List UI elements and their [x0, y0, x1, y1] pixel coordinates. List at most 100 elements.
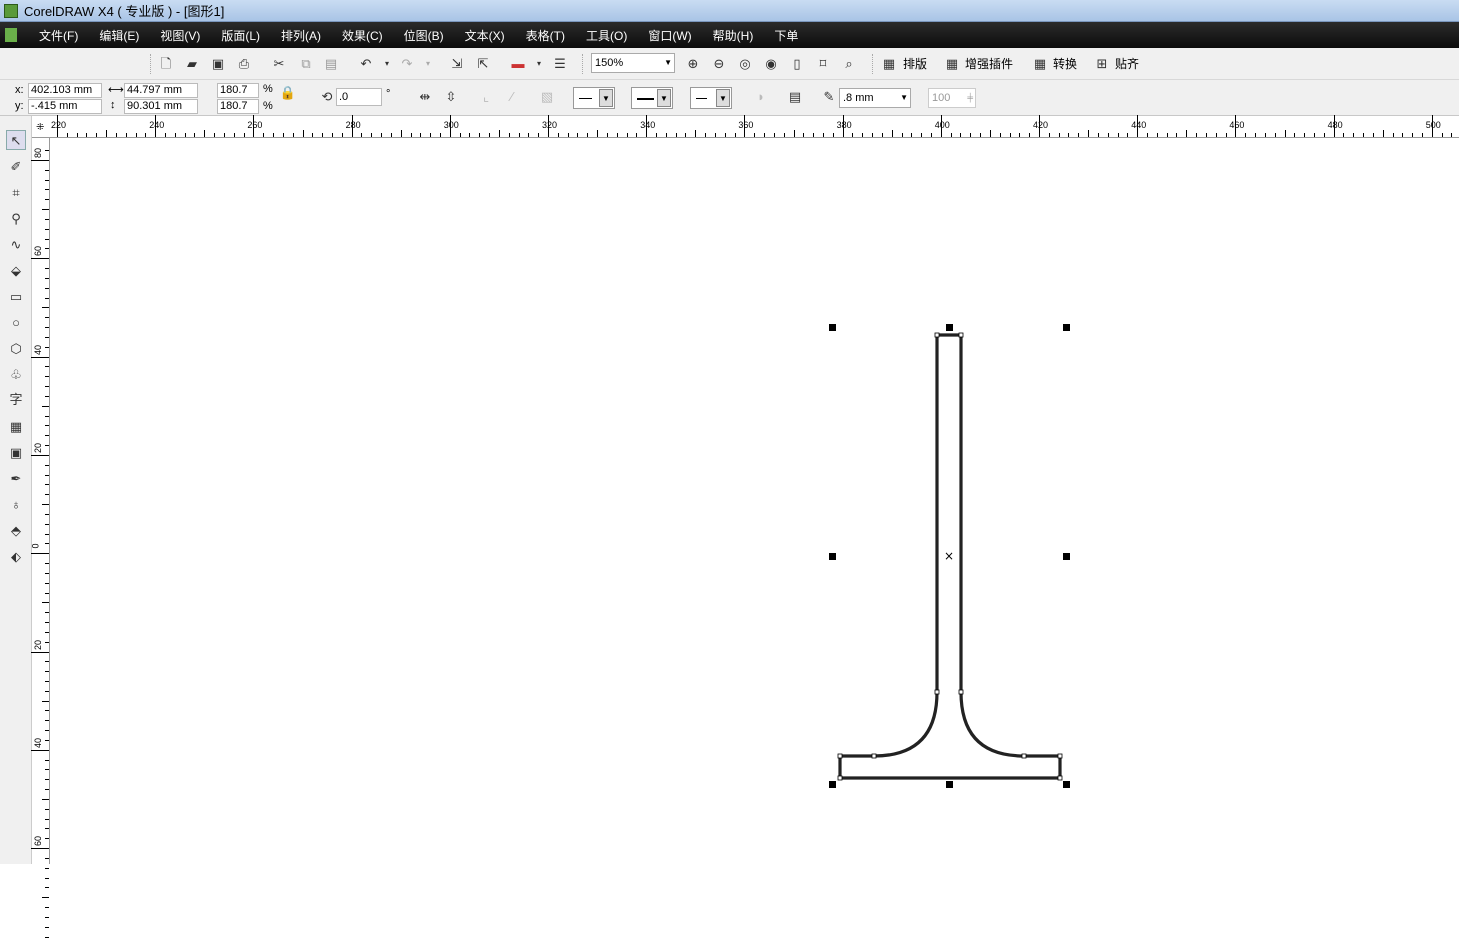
height-input[interactable]: 90.301 mm	[124, 99, 198, 114]
line-style-select[interactable]: ▼	[631, 87, 673, 109]
interactive-fill-tool-icon[interactable]: ⬖	[6, 547, 26, 567]
crop-tool-icon[interactable]: ⌗	[6, 183, 26, 203]
rotation-input[interactable]: .0	[336, 88, 382, 106]
menu-table[interactable]: 表格(T)	[526, 27, 565, 44]
launcher-dropdown-icon[interactable]: ▾	[530, 55, 548, 73]
rectangle-tool-icon[interactable]: ▭	[6, 287, 26, 307]
app-icon	[4, 3, 18, 18]
zoom-width-icon[interactable]: ⌑	[814, 55, 832, 73]
export-icon[interactable]: ⇱	[474, 55, 492, 73]
open-icon[interactable]: ▰	[183, 55, 201, 73]
enhance-plugin-button[interactable]: 增强插件	[965, 55, 1013, 72]
paste-icon[interactable]: ▤	[322, 55, 340, 73]
ruler-tick	[390, 133, 392, 137]
ruler-tick	[479, 133, 481, 137]
to-curve-icon[interactable]: ⌞	[477, 88, 495, 106]
smart-fill-tool-icon[interactable]: ⬙	[6, 261, 26, 281]
menu-effects[interactable]: 效果(C)	[342, 27, 383, 44]
outline-pen-icon: ✎	[823, 89, 835, 104]
zoom-selected-icon[interactable]: ◎	[736, 55, 754, 73]
degree-label: °	[386, 88, 391, 100]
layout-plugin-button[interactable]: 排版	[903, 55, 927, 72]
center-marker-icon[interactable]: ×	[944, 549, 954, 563]
line-icon[interactable]: ⁄	[503, 88, 521, 106]
ruler-tick	[45, 317, 49, 319]
mirror-horizontal-icon[interactable]: ⇹	[416, 88, 434, 106]
outline-width-select[interactable]: .8 mm ▼	[839, 88, 911, 108]
scale-y-input[interactable]: 180.7	[217, 99, 259, 114]
opacity-input[interactable]: 100 ╪	[928, 88, 976, 108]
save-icon[interactable]: ▣	[209, 55, 227, 73]
redo-dropdown-icon[interactable]: ▾	[419, 55, 437, 73]
ruler-tick	[371, 133, 373, 137]
lock-ratio-icon[interactable]: 🔒	[279, 84, 297, 102]
ruler-tick	[1353, 133, 1355, 137]
vertical-ruler[interactable]: 80 60 40 20 0 20 40 60	[31, 138, 50, 938]
menu-bitmaps[interactable]: 位图(B)	[404, 27, 444, 44]
zoom-all-icon[interactable]: ◉	[762, 55, 780, 73]
polygon-tool-icon[interactable]: ⬡	[6, 339, 26, 359]
menu-window[interactable]: 窗口(W)	[648, 27, 691, 44]
zoom-page-icon[interactable]: ▯	[788, 55, 806, 73]
menu-layout[interactable]: 版面(L)	[221, 27, 260, 44]
arrange-order-icon[interactable]: ▤	[786, 88, 804, 106]
undo-dropdown-icon[interactable]: ▾	[378, 55, 396, 73]
freehand-tool-icon[interactable]: ∿	[6, 235, 26, 255]
menu-arrange[interactable]: 排列(A)	[281, 27, 321, 44]
import-icon[interactable]: ⇲	[448, 55, 466, 73]
print-icon[interactable]: ⎙	[235, 55, 253, 73]
ruler-tick	[489, 133, 491, 137]
menu-help[interactable]: 帮助(H)	[713, 27, 754, 44]
new-icon[interactable]: 🗋	[157, 55, 175, 73]
wrap-icon[interactable]: ▧	[538, 88, 556, 106]
menu-view[interactable]: 视图(V)	[160, 27, 200, 44]
x-position-input[interactable]: 402.103 mm	[28, 83, 102, 98]
end-arrow-select[interactable]: ▼	[690, 87, 732, 109]
ruler-tick	[439, 133, 441, 137]
convert-plugin-button[interactable]: 转换	[1053, 55, 1077, 72]
outline-tool-icon[interactable]: ♁	[6, 495, 26, 515]
ellipse-tool-icon[interactable]: ○	[6, 313, 26, 333]
zoom-tool-icon[interactable]: ⚲	[6, 209, 26, 229]
zoom-level-select[interactable]: 150% ▼	[591, 53, 675, 73]
menu-edit[interactable]: 编辑(E)	[99, 27, 139, 44]
eyedropper-tool-icon[interactable]: ✒	[6, 469, 26, 489]
zoom-out-icon[interactable]: ⊖	[710, 55, 728, 73]
ruler-tick	[449, 115, 451, 137]
drawing-canvas[interactable]: ×	[51, 139, 1459, 864]
options-icon[interactable]: ☰	[551, 55, 569, 73]
cut-icon[interactable]: ✂	[270, 55, 288, 73]
ruler-tick	[940, 115, 942, 137]
ruler-tick	[106, 130, 108, 137]
start-arrow-select[interactable]: ▼	[573, 87, 615, 109]
ruler-tick	[1186, 130, 1188, 137]
width-input[interactable]: 44.797 mm	[124, 83, 198, 98]
zoom-height-icon[interactable]: ⌕	[840, 55, 858, 73]
text-wrap-icon[interactable]: ◗	[752, 88, 770, 106]
application-launcher-icon[interactable]: ▬	[509, 55, 527, 73]
basic-shapes-tool-icon[interactable]: ♧	[6, 365, 26, 385]
copy-icon[interactable]: ⧉	[297, 55, 315, 73]
menu-order[interactable]: 下单	[774, 27, 798, 44]
fill-tool-icon[interactable]: ⬘	[6, 521, 26, 541]
shape-tool-icon[interactable]: ✐	[6, 157, 26, 177]
y-position-input[interactable]: -.415 mm	[28, 99, 102, 114]
interactive-tool-icon[interactable]: ▣	[6, 443, 26, 463]
property-bar: x: y: 402.103 mm -.415 mm ⟷ ↕ 44.797 mm …	[0, 80, 1459, 116]
horizontal-ruler[interactable]: 220 240 260 280 300 320 340 360 380 400 420 440 460 4…	[32, 115, 1459, 138]
scale-x-input[interactable]: 180.7	[217, 83, 259, 98]
document-icon[interactable]	[5, 28, 17, 42]
redo-icon[interactable]: ↷	[398, 55, 416, 73]
ruler-tick	[45, 661, 49, 663]
pick-tool-icon[interactable]: ↖	[6, 130, 26, 150]
table-tool-icon[interactable]: ▦	[6, 417, 26, 437]
undo-icon[interactable]: ↶	[357, 55, 375, 73]
menu-tools[interactable]: 工具(O)	[586, 27, 627, 44]
menu-file[interactable]: 文件(F)	[39, 27, 78, 44]
mirror-vertical-icon[interactable]: ⇳	[442, 88, 460, 106]
snap-button[interactable]: 贴齐	[1115, 55, 1139, 72]
text-tool-icon[interactable]: 字	[6, 390, 26, 410]
menu-text[interactable]: 文本(X)	[465, 27, 505, 44]
zoom-in-icon[interactable]: ⊕	[684, 55, 702, 73]
ruler-origin-icon[interactable]: ⁜	[36, 122, 44, 133]
